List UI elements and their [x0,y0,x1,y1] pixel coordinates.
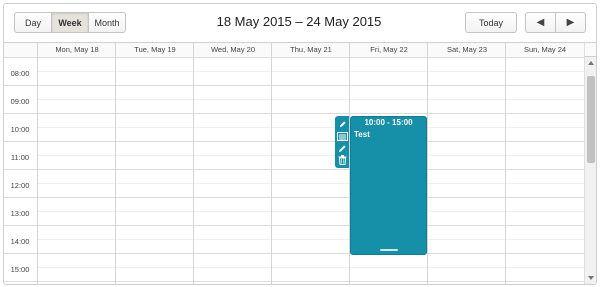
delete-icon[interactable] [337,155,348,166]
header-scroll-corner [584,42,596,57]
hour-line [4,169,584,170]
edit-icon[interactable] [337,143,348,154]
pencil-icon[interactable] [337,119,348,130]
time-label: 13:00 [10,209,30,218]
column-line [37,57,38,284]
view-switcher: Day Week Month [14,12,126,33]
time-label: 08:00 [10,69,30,78]
scroll-up-icon[interactable] [588,61,594,65]
scroll-down-icon[interactable] [588,276,594,280]
column-line [427,57,428,284]
time-label: 10:00 [10,125,30,134]
day-header-row: Mon, May 18 Tue, May 19 Wed, May 20 Thu,… [4,42,584,58]
half-hour-line [37,155,584,156]
hour-line [4,57,584,58]
event-toolbar [335,116,349,168]
hour-line [4,281,584,282]
vertical-scrollbar[interactable] [584,57,596,284]
prev-button[interactable]: ◀ [525,12,556,33]
half-hour-line [37,99,584,100]
next-button[interactable]: ▶ [555,12,586,33]
today-button[interactable]: Today [465,12,517,33]
details-icon[interactable] [336,131,348,142]
time-label: 15:00 [10,265,30,274]
half-hour-line [37,71,584,72]
date-range-title: 18 May 2015 – 24 May 2015 [216,14,382,29]
hour-line [4,85,584,86]
hour-line [4,253,584,254]
hour-line [4,141,584,142]
navigation-buttons: ◀ ▶ [525,12,586,33]
next-arrow-icon: ▶ [566,17,575,28]
column-line [193,57,194,284]
scheduler: Day Week Month 18 May 2015 – 24 May 2015… [3,3,597,285]
half-hour-line [37,239,584,240]
day-header-mon: Mon, May 18 [37,43,116,57]
day-view-button[interactable]: Day [14,12,52,33]
event-title: Test [354,130,370,139]
column-line [505,57,506,284]
day-header-wed: Wed, May 20 [193,43,272,57]
event-time: 10:00 - 15:00 [364,118,413,127]
week-view-button[interactable]: Week [51,12,89,33]
hour-line [4,225,584,226]
month-view-button[interactable]: Month [88,12,126,33]
scroll-thumb[interactable] [587,76,595,163]
column-line [271,57,272,284]
time-grid[interactable]: 08:00 09:00 10:00 11:00 12:00 13:00 14:0… [4,57,584,284]
day-header-tue: Tue, May 19 [115,43,194,57]
event-test[interactable]: 10:00 - 15:00 Test [350,116,427,255]
day-header-sun: Sun, May 24 [505,43,584,57]
hour-line [4,113,584,114]
time-label: 09:00 [10,97,30,106]
day-header-fri: Fri, May 22 [349,43,428,57]
half-hour-line [37,183,584,184]
time-label: 12:00 [10,181,30,190]
day-header-thu: Thu, May 21 [271,43,350,57]
hour-line [4,197,584,198]
event-resize-handle[interactable] [380,249,398,251]
column-line [115,57,116,284]
half-hour-line [37,127,584,128]
prev-arrow-icon: ◀ [536,17,545,28]
half-hour-line [37,267,584,268]
time-label: 11:00 [10,153,30,162]
time-label: 14:00 [10,237,30,246]
day-header-sat: Sat, May 23 [427,43,506,57]
half-hour-line [37,211,584,212]
